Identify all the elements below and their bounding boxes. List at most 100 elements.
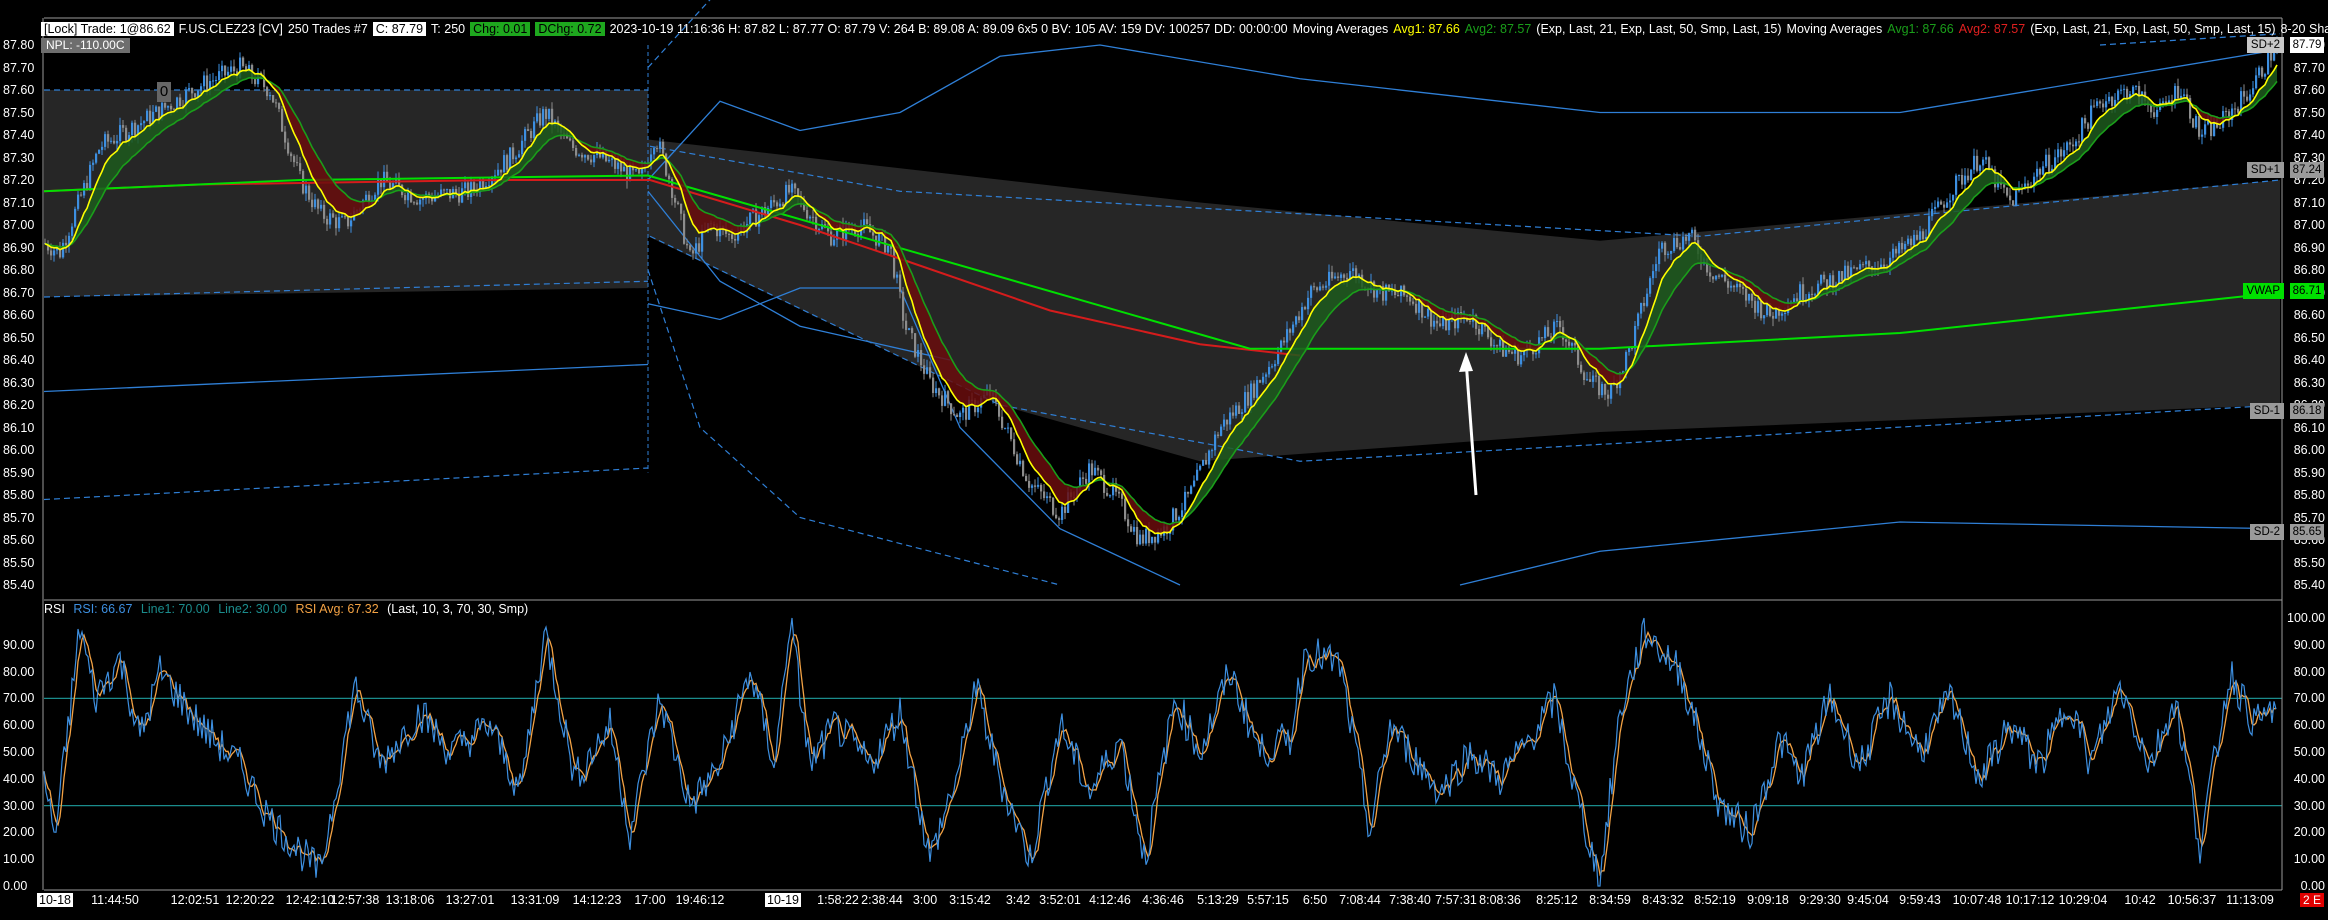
candle-body	[1091, 463, 1094, 476]
price-axis-tick-left: 85.40	[3, 578, 35, 592]
candle-body	[1322, 286, 1325, 288]
candle-body	[1052, 497, 1055, 515]
candle-body	[1811, 293, 1814, 295]
candle-body	[332, 213, 335, 218]
candle-body	[674, 197, 677, 203]
candle-body	[1028, 481, 1031, 488]
rsi-axis-tick-left: 80.00	[3, 664, 35, 679]
candle-body	[1121, 493, 1124, 499]
candle-body	[2252, 88, 2255, 95]
rsi-axis-tick-left: 40.00	[3, 771, 35, 786]
candle-body	[1634, 325, 1637, 349]
last-price-badge: 87.79	[2290, 37, 2324, 53]
lock-trade-badge[interactable]: [Lock] Trade: 1@86.62	[41, 22, 174, 36]
candle-body	[1256, 380, 1259, 398]
time-axis-tick: 13:31:09	[510, 893, 560, 907]
candle-body	[308, 185, 311, 200]
ticks-label: T: 250	[431, 22, 466, 36]
candle-body	[407, 191, 410, 201]
candle-body	[659, 141, 662, 149]
rsi-avg: RSI Avg: 67.32	[295, 602, 379, 616]
candle-body	[1412, 301, 1415, 304]
candle-body	[1667, 253, 1670, 255]
candle-body	[1883, 264, 1886, 267]
time-axis-tick: 17:00	[634, 893, 666, 907]
candle-body	[2105, 101, 2108, 108]
candle-body	[935, 388, 938, 394]
candle-body	[287, 142, 290, 154]
candle-body	[218, 71, 221, 81]
candle-body	[1190, 486, 1193, 494]
price-axis-tick: 86.80	[2293, 263, 2325, 277]
candle-body	[1133, 526, 1136, 532]
candle-body	[1550, 336, 1553, 338]
candle-body	[1019, 460, 1022, 465]
rsi-axis-tick: 80.00	[2293, 664, 2325, 679]
candle-body	[2246, 96, 2249, 101]
candle-body	[587, 155, 590, 160]
candle-body	[2219, 127, 2222, 129]
ma2-avg1: Avg1: 87.66	[1887, 22, 1954, 36]
candle-body	[1433, 320, 1436, 327]
candle-body	[686, 243, 689, 246]
candle-body	[1688, 233, 1691, 241]
candle-body	[1772, 315, 1775, 319]
candle-body	[1736, 283, 1739, 288]
time-axis-tick: 9:59:43	[1899, 893, 1941, 907]
candle-body	[830, 231, 833, 246]
time-axis-tick: 4:36:46	[1142, 893, 1184, 907]
candle-body	[233, 66, 236, 72]
candle-body	[191, 88, 194, 94]
candle-body	[1244, 392, 1247, 413]
price-axis-tick-left: 86.20	[3, 398, 35, 412]
candle-body	[2060, 149, 2063, 157]
candle-body	[1943, 204, 1946, 208]
band-line-0	[43, 363, 649, 393]
price-axis-tick-left: 86.00	[3, 443, 35, 457]
price-axis-tick: 85.50	[2293, 555, 2325, 570]
candle-body	[473, 182, 476, 190]
corner-indicator[interactable]: 2 E	[2299, 893, 2324, 907]
candle-body	[1298, 316, 1301, 321]
candle-body	[278, 103, 281, 109]
vwap-band-fill-1	[648, 139, 2280, 462]
candle-body	[635, 169, 638, 171]
candle-body	[1319, 286, 1322, 291]
candle-body	[53, 250, 56, 256]
rsi-axis-tick-left: 20.00	[3, 825, 35, 840]
chart-canvas[interactable]	[0, 0, 2328, 920]
candle-body	[2096, 101, 2099, 106]
candle-body	[584, 155, 587, 158]
candle-body	[878, 233, 881, 246]
ma-shading	[1608, 369, 1611, 384]
candle-body	[413, 202, 416, 204]
price-axis-tick: 86.50	[2293, 330, 2325, 345]
candle-body	[1946, 202, 1949, 208]
candle-body	[1025, 475, 1028, 482]
ma-shading	[978, 388, 981, 407]
price-axis-tick-left: 86.30	[3, 375, 35, 390]
candle-body	[272, 95, 275, 103]
rsi-axis-tick-left: 60.00	[3, 718, 35, 733]
candle-body	[1640, 302, 1643, 314]
trade-marker[interactable]: 0	[157, 82, 171, 102]
candle-body	[1034, 485, 1037, 487]
candle-body	[1661, 242, 1664, 249]
ma-shading	[1068, 484, 1071, 503]
candle-body	[1151, 536, 1154, 543]
ma1-params: (Exp, Last, 21, Exp, Last, 50, Smp, Last…	[1536, 22, 1782, 36]
ma-shading	[987, 390, 990, 401]
candle-body	[221, 65, 224, 72]
time-axis-tick: 10:17:12	[2005, 893, 2055, 907]
rsi-axis-tick-left: 0.00	[3, 879, 28, 893]
candle-body	[791, 183, 794, 193]
time-axis-tick: 7:08:44	[1339, 893, 1381, 907]
candle-body	[254, 78, 257, 85]
candle-body	[728, 233, 731, 235]
ma-shading	[960, 372, 963, 404]
ma-shading	[336, 185, 339, 213]
candle-body	[1853, 267, 1856, 269]
candle-body	[1469, 320, 1472, 322]
candle-body	[1655, 264, 1658, 272]
candle-body	[461, 188, 464, 203]
